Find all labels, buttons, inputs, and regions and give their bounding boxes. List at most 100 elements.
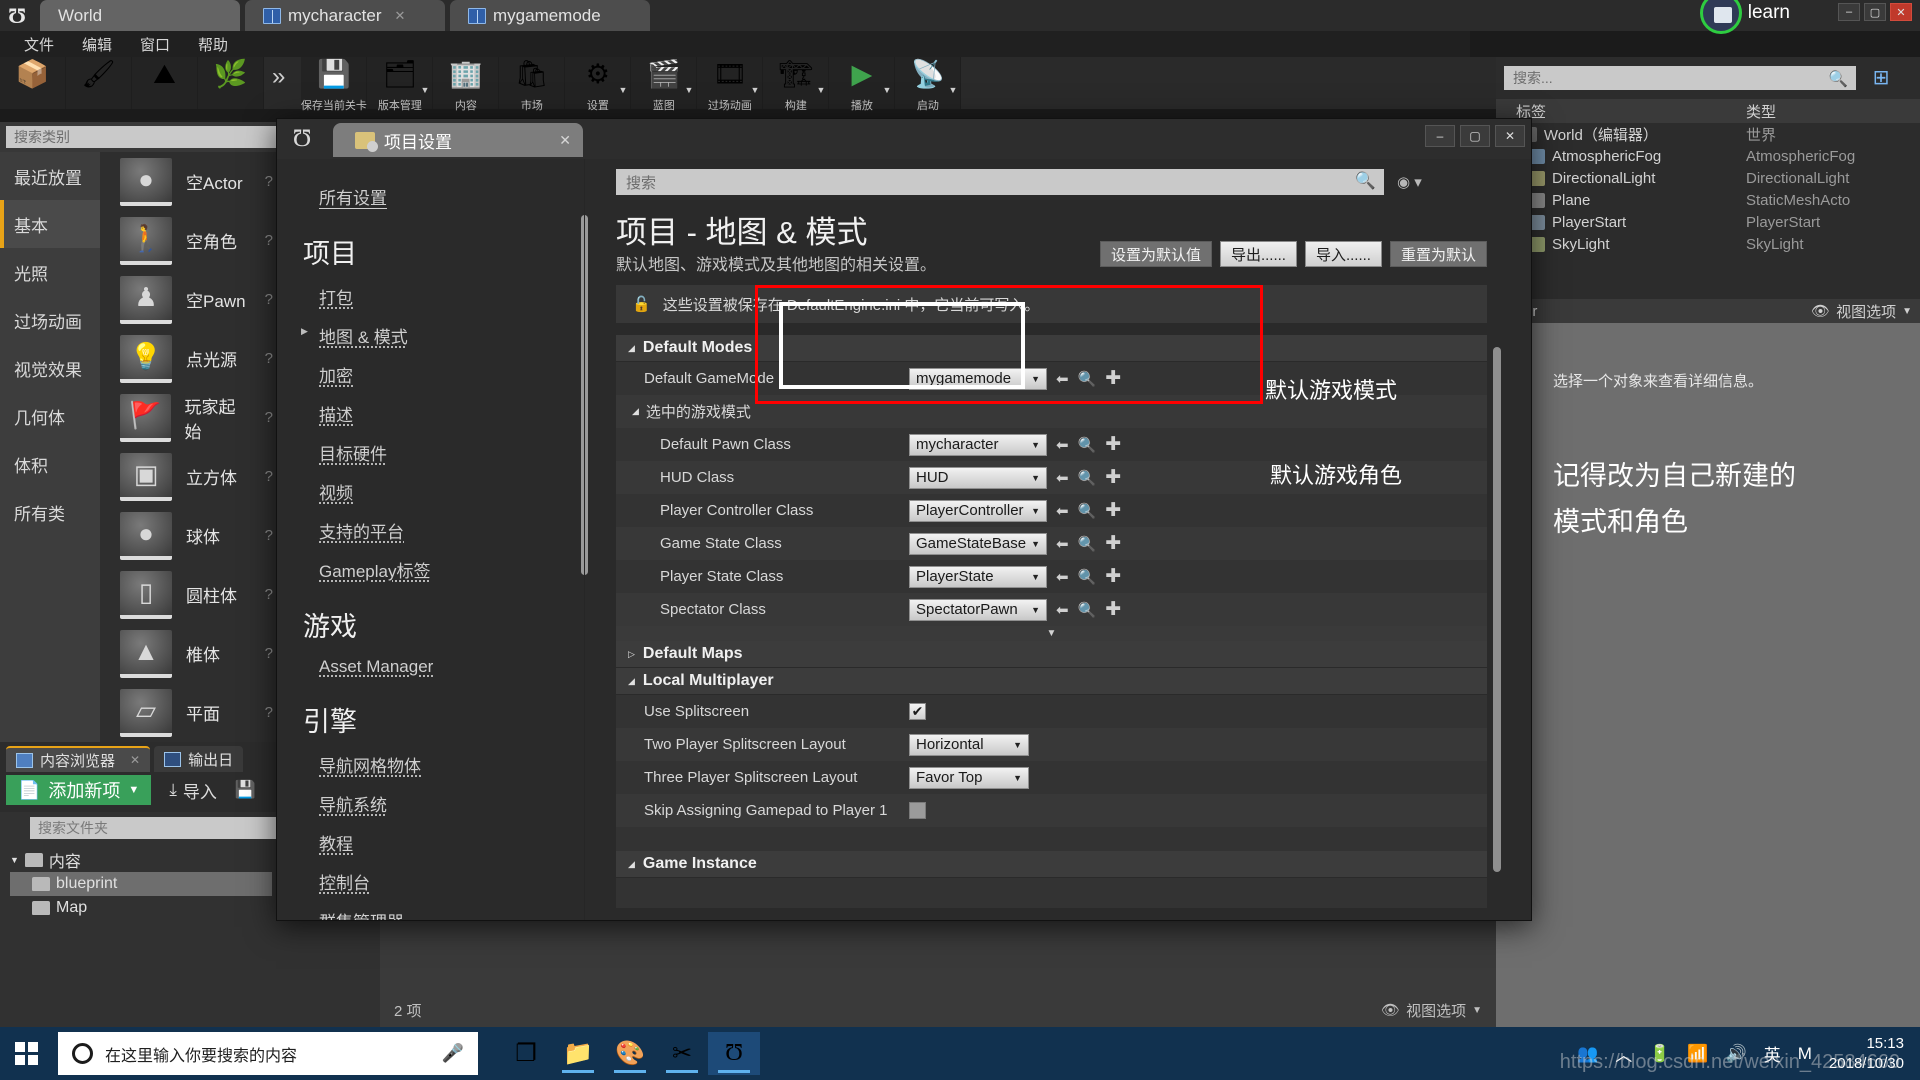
toolbar-content[interactable]: 🏢 内容 xyxy=(433,57,500,112)
import-button[interactable]: 导入...... xyxy=(1304,241,1382,267)
section-header-default-modes[interactable]: ◢ Default Modes xyxy=(616,335,1487,362)
import-button[interactable]: ⤓ 导入 xyxy=(169,778,217,803)
close-icon[interactable]: ✕ xyxy=(559,132,571,149)
maximize-button[interactable]: ▢ xyxy=(1460,125,1490,147)
chevron-down-icon[interactable]: ▼ xyxy=(1013,773,1022,783)
save-all-button[interactable]: 💾 xyxy=(235,780,256,800)
taskbar-unreal-engine[interactable]: Ʊ xyxy=(708,1032,760,1075)
taskbar-task-view[interactable]: ❐ xyxy=(500,1032,552,1075)
scroll-more-indicator[interactable]: ▼ xyxy=(616,626,1487,641)
toolbar-source-control[interactable]: 🗂 ▼ 版本管理 xyxy=(367,57,434,112)
add-icon[interactable]: ✚ xyxy=(1105,499,1121,522)
skip-gamepad-checkbox[interactable]: ✔ xyxy=(909,802,926,819)
default-pawn-class-combo[interactable]: mycharacter ▼ xyxy=(909,433,1047,456)
eye-icon[interactable]: 👁 xyxy=(1381,1001,1400,1019)
taskbar-snipping-tool[interactable]: ✂ xyxy=(656,1032,708,1075)
nav-packaging[interactable]: 打包 xyxy=(301,277,602,316)
modes-category-visual-effects[interactable]: 视觉效果 xyxy=(0,344,100,392)
start-button[interactable] xyxy=(8,1035,46,1073)
reset-arrow-icon[interactable]: ⬅ xyxy=(1056,535,1069,553)
menu-item-edit[interactable]: 编辑 xyxy=(68,32,126,57)
tree-item-content[interactable]: ▼ 内容 xyxy=(10,848,272,872)
toolbar-foliage-mode[interactable]: 🌿 xyxy=(198,57,264,109)
section-header-default-maps[interactable]: ▷ Default Maps xyxy=(616,641,1487,668)
modes-category-recent[interactable]: 最近放置 xyxy=(0,152,100,200)
chevron-down-icon[interactable]: ▼ xyxy=(420,85,429,95)
minimize-button[interactable]: – xyxy=(1425,125,1455,147)
tree-item-blueprint[interactable]: blueprint xyxy=(10,872,272,896)
reset-arrow-icon[interactable]: ⬅ xyxy=(1056,502,1069,520)
chevron-down-icon[interactable]: ▼ xyxy=(1902,306,1912,317)
reset-to-default-button[interactable]: 重置为默认 xyxy=(1389,241,1487,267)
modes-category-all-classes[interactable]: 所有类 xyxy=(0,488,100,536)
chevron-down-icon[interactable]: ▼ xyxy=(1031,473,1040,483)
add-icon[interactable]: ✚ xyxy=(1105,433,1121,456)
browse-icon[interactable]: 🔍 xyxy=(1078,601,1097,619)
chevron-down-icon[interactable]: ▼ xyxy=(1031,539,1040,549)
table-row[interactable]: PlayerStart PlayerStart xyxy=(1496,211,1920,233)
modes-category-cinematic[interactable]: 过场动画 xyxy=(0,296,100,344)
toolbar-cinematics[interactable]: 🎞 ▼ 过场动画 xyxy=(697,57,764,112)
list-item[interactable]: ▣ 立方体? xyxy=(100,447,285,506)
collapse-icon[interactable]: ◢ xyxy=(628,676,635,687)
nav-all-settings[interactable]: 所有设置 xyxy=(301,177,602,216)
close-icon[interactable]: ✕ xyxy=(130,753,140,767)
tab-content-browser[interactable]: 内容浏览器 ✕ xyxy=(6,746,151,772)
outliner-search-input[interactable]: 搜索... 🔍 xyxy=(1504,66,1856,90)
add-icon[interactable]: ✚ xyxy=(1105,565,1121,588)
toolbar-launch[interactable]: 📡 ▼ 启动 xyxy=(895,57,962,112)
nav-maps-and-modes[interactable]: 地图 & 模式 xyxy=(301,316,602,355)
reset-arrow-icon[interactable]: ⬅ xyxy=(1056,469,1069,487)
add-icon[interactable]: ✚ xyxy=(1105,598,1121,621)
nav-target-hardware[interactable]: 目标硬件 xyxy=(301,433,602,472)
nav-console[interactable]: 控制台 xyxy=(301,862,602,901)
player-controller-class-combo[interactable]: PlayerController ▼ xyxy=(909,499,1047,522)
close-button[interactable]: ✕ xyxy=(1890,3,1912,21)
editor-tab-mygamemode[interactable]: mygamemode xyxy=(450,0,650,31)
toolbar-play[interactable]: ▶ ▼ 播放 xyxy=(829,57,896,112)
reset-arrow-icon[interactable]: ⬅ xyxy=(1056,601,1069,619)
list-item[interactable]: ♟ 空Pawn? xyxy=(100,270,285,329)
nav-navmesh[interactable]: 导航网格物体 xyxy=(301,745,602,784)
toolbar-expand-icon[interactable]: » xyxy=(264,57,293,109)
expand-icon[interactable]: ▷ xyxy=(628,649,635,660)
modes-category-volumes[interactable]: 体积 xyxy=(0,440,100,488)
list-item[interactable]: ● 球体? xyxy=(100,506,285,565)
nav-navigation-system[interactable]: 导航系统 xyxy=(301,784,602,823)
list-item[interactable]: ● 空Actor? xyxy=(100,152,285,211)
learn-badge[interactable]: learn xyxy=(1699,0,1790,34)
collapse-icon[interactable]: ◢ xyxy=(632,406,639,417)
view-options-button[interactable]: 视图选项 xyxy=(1406,1000,1466,1021)
taskbar-search-input[interactable]: 在这里输入你要搜索的内容 🎤 xyxy=(58,1032,478,1075)
table-row[interactable]: ▼World（编辑器） 世界 xyxy=(1496,123,1920,145)
table-row[interactable]: Plane StaticMeshActo xyxy=(1496,189,1920,211)
chevron-down-icon[interactable]: ▼ xyxy=(882,85,891,95)
collapse-icon[interactable]: ◢ xyxy=(628,343,635,354)
toolbar-landscape-mode[interactable]: ⛰ xyxy=(132,57,198,109)
toolbar-place-mode[interactable]: 📦 xyxy=(0,57,66,109)
default-gamemode-combo[interactable]: mygamemode ▼ xyxy=(909,367,1047,390)
player-state-class-combo[interactable]: PlayerState ▼ xyxy=(909,565,1047,588)
export-button[interactable]: 导出...... xyxy=(1219,241,1297,267)
search-icon[interactable]: 🔍 xyxy=(1828,69,1848,89)
add-actor-icon[interactable]: ⊞ xyxy=(1868,65,1894,89)
expand-icon[interactable]: ▼ xyxy=(10,855,19,865)
settings-scrollbar[interactable] xyxy=(1493,347,1501,872)
add-new-button[interactable]: 📄 添加新项 ▼ xyxy=(6,775,152,805)
settings-search-input[interactable]: 搜索 🔍 xyxy=(616,169,1384,195)
section-header-local-multiplayer[interactable]: ◢ Local Multiplayer xyxy=(616,668,1487,695)
collapse-icon[interactable]: ◢ xyxy=(628,859,635,870)
browse-icon[interactable]: 🔍 xyxy=(1078,502,1097,520)
reset-arrow-icon[interactable]: ⬅ xyxy=(1056,370,1069,388)
chevron-down-icon[interactable]: ▼ xyxy=(1031,440,1040,450)
nav-cluster-manager[interactable]: 群集管理器 xyxy=(301,901,602,920)
chevron-down-icon[interactable]: ▼ xyxy=(1013,740,1022,750)
chevron-down-icon[interactable]: ▼ xyxy=(948,85,957,95)
add-icon[interactable]: ✚ xyxy=(1105,532,1121,555)
minimize-button[interactable]: – xyxy=(1838,3,1860,21)
modes-category-lights[interactable]: 光照 xyxy=(0,248,100,296)
toolbar-settings[interactable]: ⚙ ▼ 设置 xyxy=(565,57,632,112)
nav-tutorials[interactable]: 教程 xyxy=(301,823,602,862)
nav-asset-manager[interactable]: Asset Manager xyxy=(301,650,602,684)
close-button[interactable]: ✕ xyxy=(1495,125,1525,147)
